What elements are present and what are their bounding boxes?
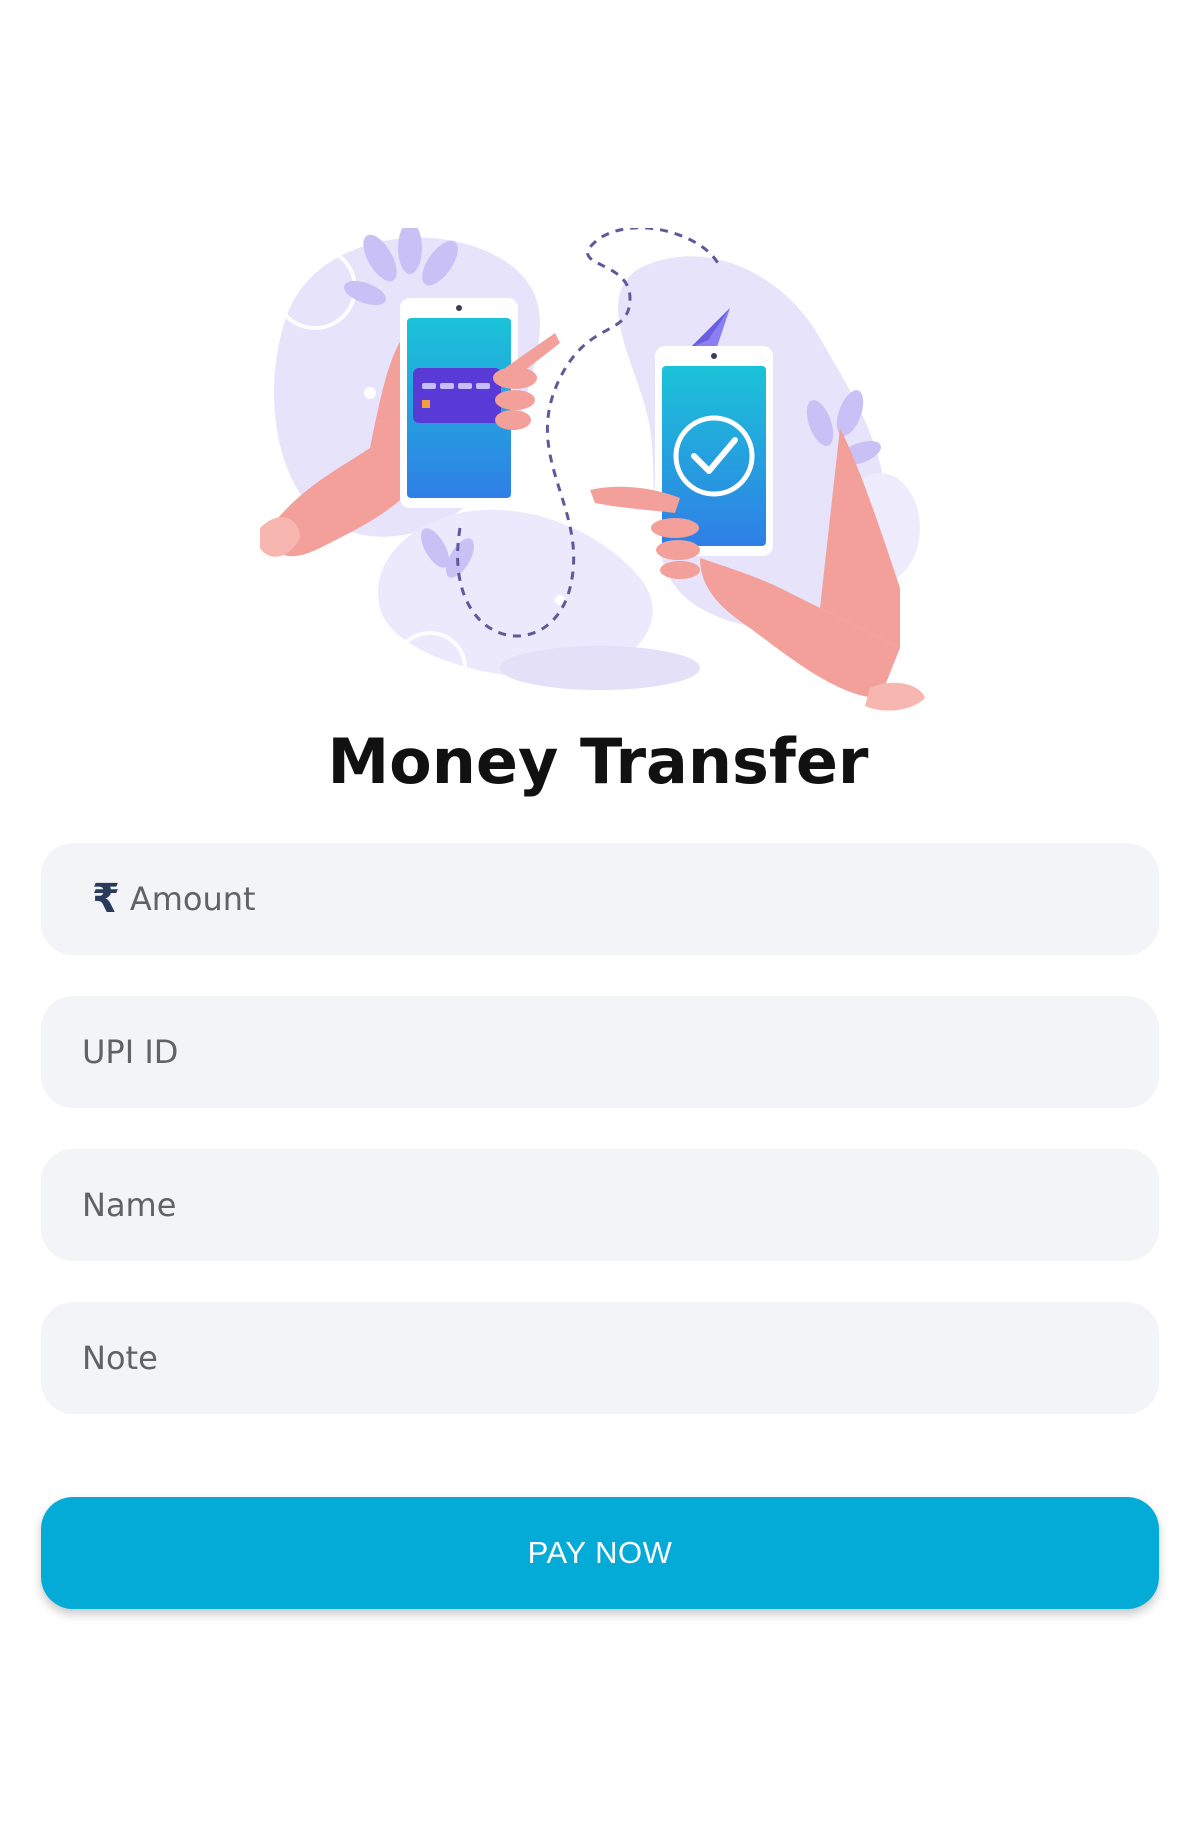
decorative-dot bbox=[364, 387, 376, 399]
name-placeholder: Name bbox=[82, 1186, 177, 1224]
credit-card-icon bbox=[413, 368, 501, 423]
pay-now-label: PAY NOW bbox=[527, 1535, 673, 1570]
note-placeholder: Note bbox=[82, 1339, 158, 1377]
pay-now-button[interactable]: PAY NOW bbox=[41, 1497, 1159, 1609]
right-hand-sleeve bbox=[865, 682, 925, 711]
amount-field[interactable]: ₹ Amount bbox=[41, 843, 1159, 955]
page-title: Money Transfer bbox=[327, 725, 869, 798]
upi-id-placeholder: UPI ID bbox=[82, 1033, 179, 1071]
name-field[interactable]: Name bbox=[41, 1149, 1159, 1261]
money-transfer-illustration bbox=[260, 228, 925, 711]
note-field[interactable]: Note bbox=[41, 1302, 1159, 1414]
background-blob bbox=[500, 646, 700, 690]
amount-placeholder: Amount bbox=[129, 880, 256, 918]
decorative-ring bbox=[596, 404, 644, 452]
decorative-dot bbox=[865, 373, 875, 383]
rupee-icon: ₹ bbox=[92, 876, 120, 922]
upi-id-field[interactable]: UPI ID bbox=[41, 996, 1159, 1108]
